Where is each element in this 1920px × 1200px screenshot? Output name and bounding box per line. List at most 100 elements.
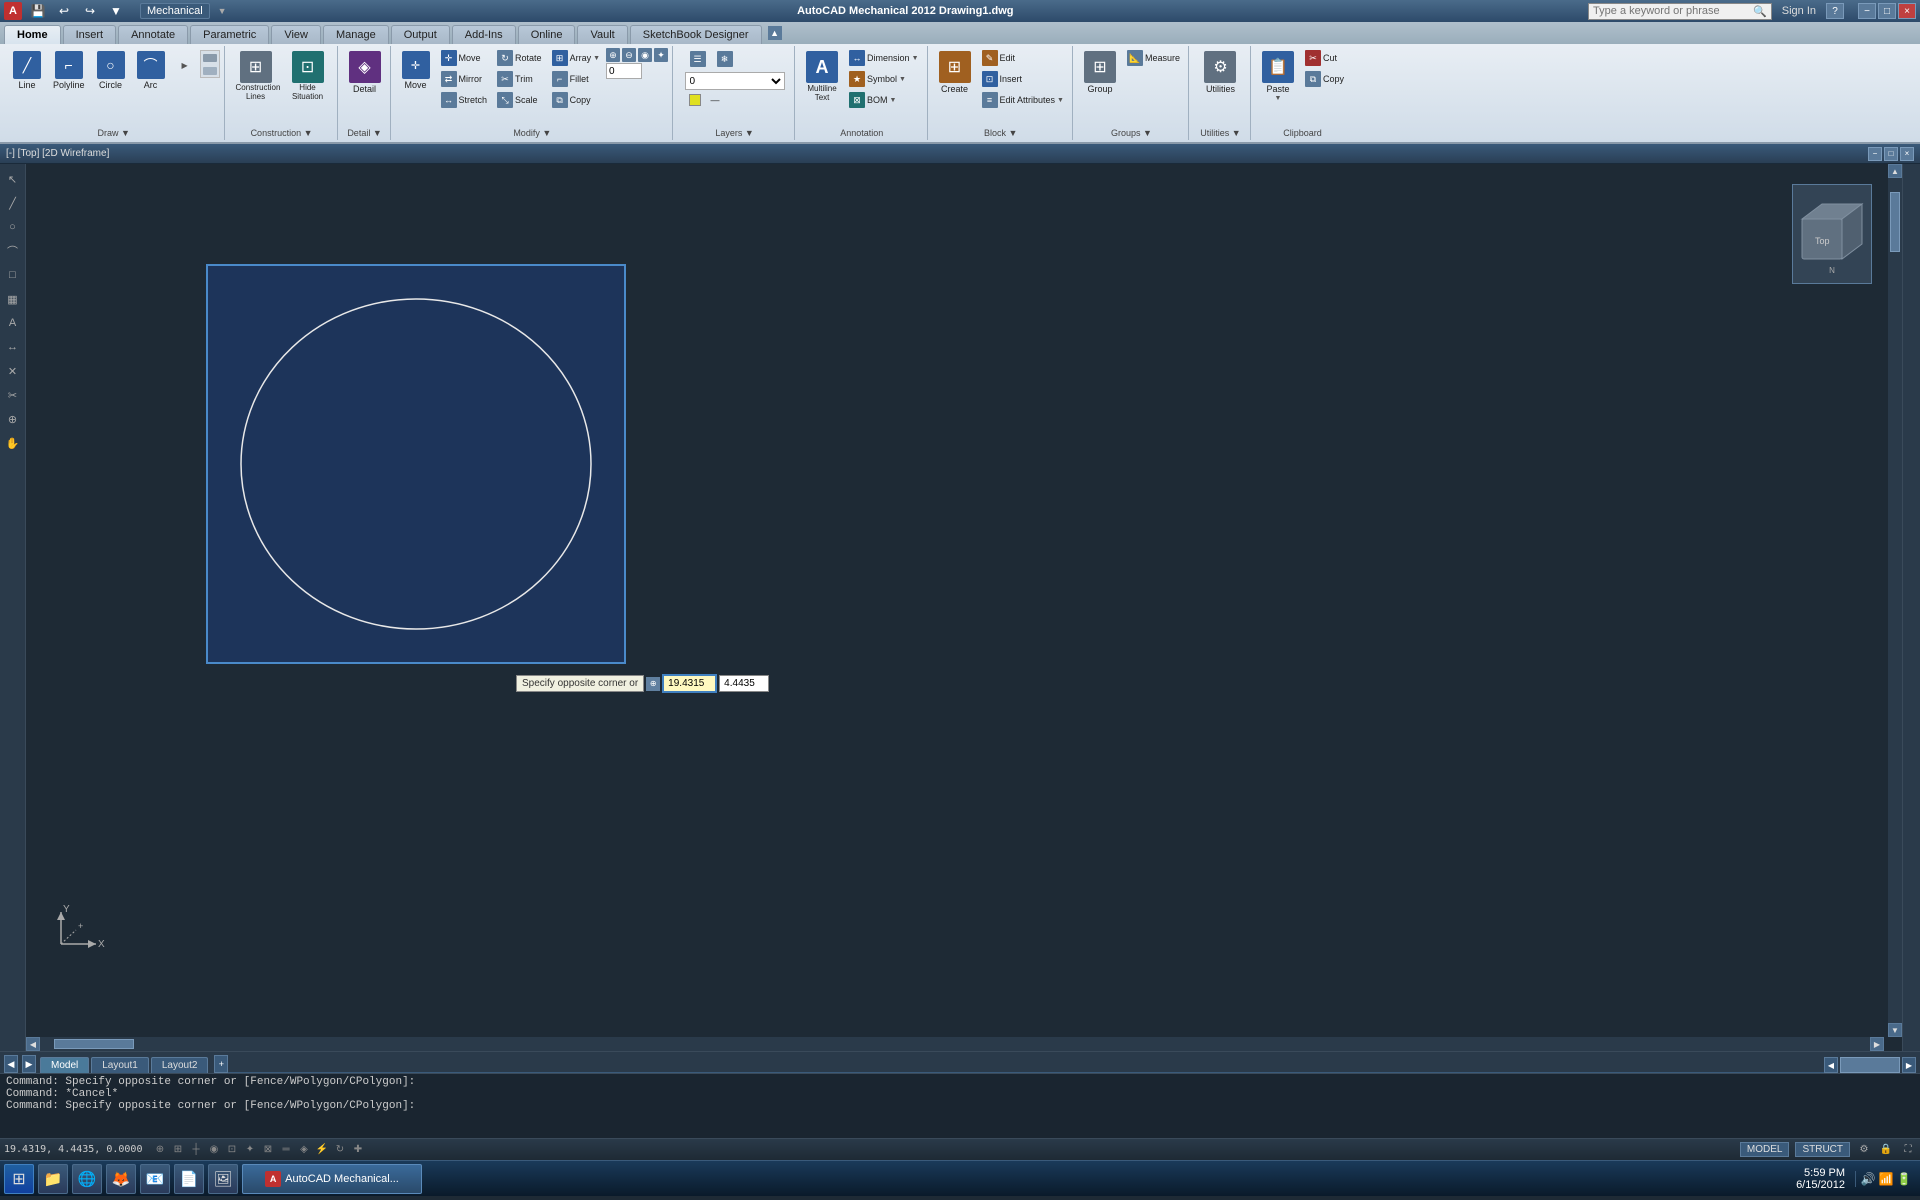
canvas-scroll-left[interactable]: ◀ bbox=[1824, 1057, 1838, 1073]
h-scroll-right-btn[interactable]: ▶ bbox=[1870, 1037, 1884, 1051]
tool-dimension[interactable]: ↔ Dimension ▼ bbox=[845, 48, 922, 68]
layer-icon1[interactable]: ⊕ bbox=[606, 48, 620, 62]
lt-zoom-btn[interactable]: ⊕ bbox=[2, 408, 24, 430]
tool-edit-attributes[interactable]: ≡ Edit Attributes ▼ bbox=[978, 90, 1068, 110]
explorer-btn[interactable]: 📁 bbox=[38, 1164, 68, 1194]
help-btn[interactable]: ? bbox=[1826, 3, 1844, 19]
tool-hide-situation[interactable]: ⊡ Hide Situation bbox=[283, 48, 333, 105]
tool-insert-block[interactable]: ⊡ Insert bbox=[978, 69, 1068, 89]
ortho-icon[interactable]: ┼ bbox=[188, 1142, 204, 1158]
layer-icon4[interactable]: ✦ bbox=[654, 48, 668, 62]
tool-create-block[interactable]: ⊞ Create bbox=[934, 48, 976, 97]
layout-scroll-right[interactable]: ▶ bbox=[22, 1055, 36, 1073]
image-btn[interactable]: 🖼 bbox=[208, 1164, 238, 1194]
tab-sketchbook[interactable]: SketchBook Designer bbox=[630, 25, 762, 44]
tool-group[interactable]: ⊞ Group bbox=[1079, 48, 1121, 97]
search-box[interactable]: 🔍 bbox=[1588, 3, 1772, 20]
qp-icon[interactable]: ⚡ bbox=[314, 1142, 330, 1158]
layout-scroll-left[interactable]: ◀ bbox=[4, 1055, 18, 1073]
tool-array[interactable]: ⊞ Array ▼ bbox=[548, 48, 604, 68]
browser-btn[interactable]: 🌐 bbox=[72, 1164, 102, 1194]
grid-icon[interactable]: ⊞ bbox=[170, 1142, 186, 1158]
draw-more-btn[interactable]: ▶ bbox=[172, 48, 198, 82]
view-cube[interactable]: Top N bbox=[1792, 184, 1872, 284]
signin-btn[interactable]: Sign In bbox=[1782, 5, 1816, 17]
v-scroll-down-btn[interactable]: ▼ bbox=[1888, 1023, 1902, 1037]
coord-y-input[interactable] bbox=[719, 675, 769, 692]
tab-vault[interactable]: Vault bbox=[577, 25, 627, 44]
h-scroll-thumb[interactable] bbox=[54, 1039, 134, 1049]
lt-line-btn[interactable]: ╱ bbox=[2, 192, 24, 214]
tool-stretch[interactable]: ↔ Stretch bbox=[437, 90, 492, 110]
osnap-icon[interactable]: ⊡ bbox=[224, 1142, 240, 1158]
tool-edit-block[interactable]: ✎ Edit bbox=[978, 48, 1068, 68]
layout-tab-model[interactable]: Model bbox=[40, 1057, 89, 1073]
layer-color-btn[interactable] bbox=[685, 92, 705, 108]
tool-arc[interactable]: ⌒ Arc bbox=[132, 48, 170, 93]
lt-text-btn[interactable]: A bbox=[2, 312, 24, 334]
document-btn[interactable]: 📄 bbox=[174, 1164, 204, 1194]
dynin-icon[interactable]: ⊠ bbox=[260, 1142, 276, 1158]
cmd-input[interactable] bbox=[6, 1112, 1914, 1124]
tab-output[interactable]: Output bbox=[391, 25, 450, 44]
tool-utilities[interactable]: ⚙ Utilities bbox=[1199, 48, 1241, 97]
v-scroll-up-btn[interactable]: ▲ bbox=[1888, 164, 1902, 178]
polar-icon[interactable]: ◉ bbox=[206, 1142, 222, 1158]
tab-addins[interactable]: Add-Ins bbox=[452, 25, 516, 44]
workspace-selector[interactable]: Mechanical bbox=[140, 3, 210, 19]
add-icon[interactable]: ✚ bbox=[350, 1142, 366, 1158]
transparency-icon[interactable]: ◈ bbox=[296, 1142, 312, 1158]
layout-tab-layout2[interactable]: Layout2 bbox=[151, 1057, 209, 1073]
tool-bom[interactable]: ⊠ BOM ▼ bbox=[845, 90, 922, 110]
tool-mirror[interactable]: ⇄ Mirror bbox=[437, 69, 492, 89]
snap-icon[interactable]: ⊕ bbox=[152, 1142, 168, 1158]
qa-dropdown-btn[interactable]: ▼ bbox=[106, 1, 126, 21]
layout-tab-layout1[interactable]: Layout1 bbox=[91, 1057, 149, 1073]
tool-detail[interactable]: ◈ Detail bbox=[344, 48, 386, 97]
v-scrollbar[interactable]: ▲ ▼ bbox=[1888, 164, 1902, 1037]
tool-move-small[interactable]: ✛ Move bbox=[437, 48, 492, 68]
panel-min-btn[interactable]: − bbox=[1868, 147, 1882, 161]
tool-line[interactable]: ╱ Line bbox=[8, 48, 46, 93]
lt-circle-btn[interactable]: ○ bbox=[2, 216, 24, 238]
lt-erase-btn[interactable]: ✕ bbox=[2, 360, 24, 382]
tool-trim[interactable]: ✂ Trim bbox=[493, 69, 546, 89]
lt-pan-btn[interactable]: ✋ bbox=[2, 432, 24, 454]
coord-x-input[interactable] bbox=[662, 674, 717, 693]
h-scrollbar[interactable]: ◀ ▶ bbox=[26, 1037, 1884, 1051]
lt-dim-btn[interactable]: ↔ bbox=[2, 336, 24, 358]
lt-arc-btn[interactable]: ⌒ bbox=[2, 240, 24, 262]
h-scroll-left-btn[interactable]: ◀ bbox=[26, 1037, 40, 1051]
tool-polyline[interactable]: ⌐ Polyline bbox=[48, 48, 90, 93]
qa-redo-btn[interactable]: ↪ bbox=[80, 1, 100, 21]
canvas-scroll-right[interactable]: ▶ bbox=[1902, 1057, 1916, 1073]
layer-number-input[interactable] bbox=[606, 63, 642, 79]
taskbar-autocad-btn[interactable]: A AutoCAD Mechanical... bbox=[242, 1164, 422, 1194]
workspace-dropdown-icon[interactable]: ▼ bbox=[218, 6, 227, 16]
tool-circle[interactable]: ○ Circle bbox=[92, 48, 130, 93]
fullscreen-icon[interactable]: ⛶ bbox=[1900, 1142, 1916, 1158]
qa-save-btn[interactable]: 💾 bbox=[28, 1, 48, 21]
panel-toggle-btn[interactable]: ▲ bbox=[768, 26, 782, 40]
tool-construction-lines[interactable]: ⊞ Construction Lines bbox=[231, 48, 281, 105]
close-btn[interactable]: × bbox=[1898, 3, 1916, 19]
tool-measure[interactable]: 📐 Measure bbox=[1123, 48, 1184, 68]
tray-icon2[interactable]: 📶 bbox=[1878, 1171, 1894, 1187]
tool-paste[interactable]: 📋 Paste ▼ bbox=[1257, 48, 1299, 105]
layer-linetype-btn[interactable]: — bbox=[707, 92, 724, 108]
search-input[interactable] bbox=[1593, 5, 1753, 17]
panel-close-btn[interactable]: × bbox=[1900, 147, 1914, 161]
layer-badge[interactable]: STRUCT bbox=[1795, 1142, 1850, 1157]
tab-manage[interactable]: Manage bbox=[323, 25, 389, 44]
layer-icon2[interactable]: ⊖ bbox=[622, 48, 636, 62]
lt-trim-btn[interactable]: ✂ bbox=[2, 384, 24, 406]
freeze-btn[interactable]: ❄ bbox=[713, 48, 737, 70]
tool-rotate[interactable]: ↻ Rotate bbox=[493, 48, 546, 68]
start-btn[interactable]: ⊞ bbox=[4, 1164, 34, 1194]
model-badge[interactable]: MODEL bbox=[1740, 1142, 1790, 1157]
tray-icon1[interactable]: 🔊 bbox=[1860, 1171, 1876, 1187]
panel-max-btn[interactable]: □ bbox=[1884, 147, 1898, 161]
tool-multiline-text[interactable]: A MultilineText bbox=[801, 48, 843, 105]
minimize-btn[interactable]: − bbox=[1858, 3, 1876, 19]
layer-panel-btn[interactable]: ☰ bbox=[685, 48, 711, 70]
